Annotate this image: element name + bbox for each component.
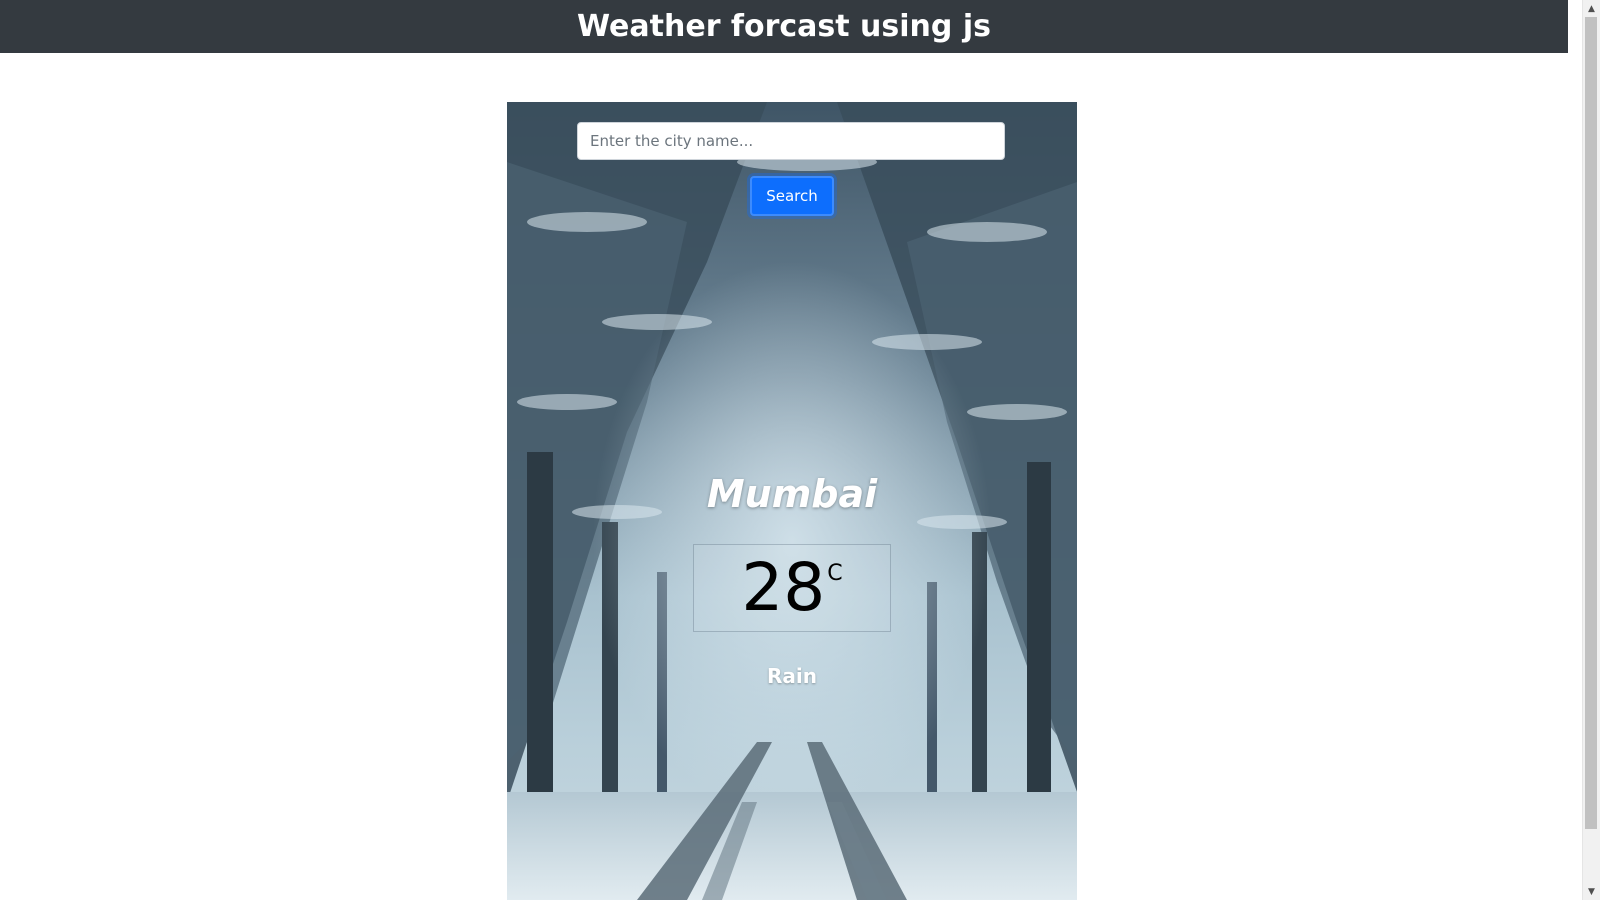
top-navbar: Weather forcast using js	[0, 0, 1568, 53]
vertical-scrollbar[interactable]: ▲ ▼	[1582, 0, 1600, 900]
scroll-down-arrow-icon[interactable]: ▼	[1583, 883, 1600, 900]
temperature-value: 28	[741, 549, 826, 626]
city-search-input[interactable]	[577, 122, 1005, 160]
weather-condition: Rain	[767, 664, 817, 688]
scroll-up-arrow-icon[interactable]: ▲	[1583, 0, 1600, 17]
scrollbar-thumb[interactable]	[1585, 17, 1597, 829]
search-button[interactable]: Search	[750, 176, 834, 216]
temperature-unit: C	[827, 561, 843, 586]
city-name: Mumbai	[706, 472, 878, 516]
page-title: Weather forcast using js	[577, 9, 991, 44]
weather-card: Search Mumbai 28 C Rain	[507, 102, 1077, 900]
temperature-box: 28 C	[693, 544, 891, 632]
